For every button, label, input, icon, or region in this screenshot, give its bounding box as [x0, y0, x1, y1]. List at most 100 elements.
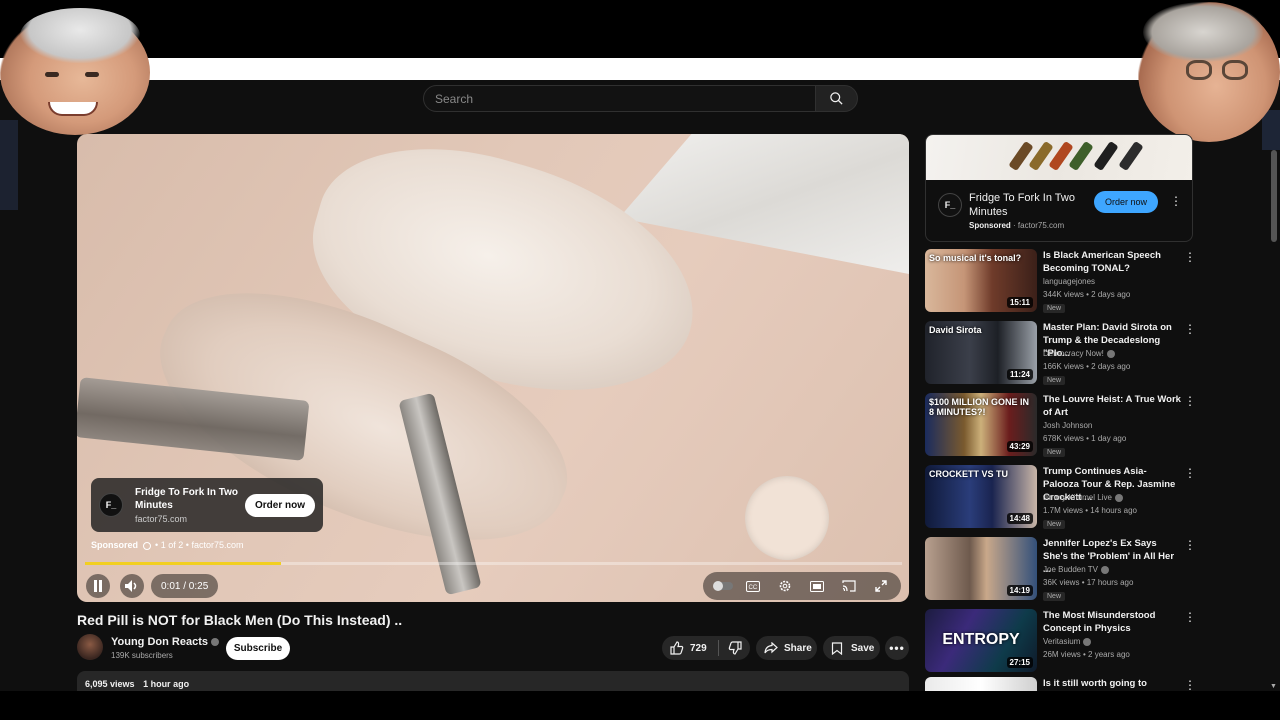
- sidebar-ad-order-now-button[interactable]: Order now: [1094, 191, 1158, 213]
- recommendation-channel[interactable]: Joe Budden TV: [1043, 565, 1110, 574]
- ad-count: 1 of 2: [160, 540, 184, 550]
- verified-icon: [1106, 349, 1115, 358]
- sidebar-ad-card[interactable]: F_ Fridge To Fork In Two Minutes Sponsor…: [925, 134, 1193, 242]
- new-badge: New: [1043, 376, 1066, 385]
- recommendation-thumbnail[interactable]: 14:19: [925, 537, 1037, 600]
- recommendation-thumbnail[interactable]: So musical it's tonal? 15:11: [925, 249, 1037, 312]
- recommendation-thumbnail[interactable]: ENTROPY 27:15: [925, 609, 1037, 672]
- recommendation-channel[interactable]: Veritasium: [1043, 637, 1092, 646]
- recommendation-item[interactable]: $100 MILLION GONE IN 8 MINUTES?! 43:29 The…: [925, 393, 1196, 457]
- subscriber-count: 139K subscribers: [111, 651, 173, 660]
- new-badge: New: [1043, 448, 1066, 457]
- share-icon: [764, 642, 778, 654]
- video-duration: 15:11: [1006, 297, 1033, 308]
- more-actions-button[interactable]: •••: [885, 636, 909, 660]
- ad-sponsored-label: Sponsored: [91, 540, 139, 550]
- recommendation-menu-icon[interactable]: ⋮: [1184, 679, 1196, 691]
- more-horizontal-icon: •••: [889, 641, 905, 655]
- face-overlay-left: [0, 8, 150, 135]
- recommendation-age: 2 days ago: [1091, 290, 1131, 299]
- search-input[interactable]: [435, 91, 815, 106]
- recommendation-title[interactable]: The Louvre Heist: A True Work of Art: [1043, 393, 1181, 419]
- recommendation-age: 17 hours ago: [1086, 578, 1134, 587]
- svg-text:CC: CC: [749, 585, 758, 591]
- recommendation-meta: 1.7M views • 14 hours ago: [1043, 506, 1137, 515]
- like-button[interactable]: 729: [662, 641, 718, 655]
- sidebar-ad-domain: factor75.com: [1017, 221, 1065, 230]
- recommendation-menu-icon[interactable]: ⋮: [1184, 467, 1196, 479]
- recommendation-channel[interactable]: Josh Johnson: [1043, 421, 1092, 430]
- recommendation-views: 26M views: [1043, 650, 1081, 659]
- video-duration: 27:15: [1006, 657, 1033, 668]
- video-frame-board-hole: [745, 476, 829, 560]
- recommendation-channel-name: Joe Budden TV: [1043, 565, 1099, 574]
- recommendation-channel[interactable]: Democracy Now!: [1043, 349, 1115, 358]
- player-ad-card[interactable]: F_ Fridge To Fork In Two Minutes factor7…: [91, 478, 323, 532]
- player-controls: 0:01 / 0:25 CC: [77, 570, 909, 602]
- progress-bar[interactable]: [85, 562, 902, 565]
- recommendation-menu-icon[interactable]: ⋮: [1184, 251, 1196, 263]
- thumbnail-overlay-text: CROCKETT VS TU: [929, 469, 1009, 479]
- autoplay-toggle[interactable]: [713, 579, 733, 593]
- volume-button[interactable]: [120, 574, 144, 598]
- recommendation-item[interactable]: So musical it's tonal? 15:11 Is Black Amer…: [925, 249, 1196, 313]
- recommendation-title[interactable]: Is Black American Speech Becoming TONAL?: [1043, 249, 1181, 275]
- recommendation-title[interactable]: The Most Misunderstood Concept in Physic…: [1043, 609, 1181, 635]
- captions-icon: CC: [746, 580, 760, 592]
- verified-icon: [210, 638, 219, 647]
- share-label: Share: [784, 642, 812, 654]
- recommendation-views: 166K views: [1043, 362, 1084, 371]
- scroll-down-arrow-icon[interactable]: ▼: [1270, 683, 1277, 690]
- recommendation-menu-icon[interactable]: ⋮: [1184, 611, 1196, 623]
- recommendation-channel[interactable]: languagejones: [1043, 277, 1095, 286]
- recommendation-age: 14 hours ago: [1090, 506, 1137, 515]
- recommendation-item[interactable]: CROCKETT VS TU 14:48 Trump Continues Asia-…: [925, 465, 1196, 529]
- sidebar-ad-logo: F_: [938, 193, 962, 217]
- dislike-button[interactable]: [719, 641, 750, 655]
- time-display: 0:01 / 0:25: [151, 574, 219, 598]
- recommendation-channel-name: Jimmy Kimmel Live: [1043, 493, 1112, 502]
- video-title: Red Pill is NOT for Black Men (Do This I…: [77, 612, 403, 628]
- video-player[interactable]: F_ Fridge To Fork In Two Minutes factor7…: [77, 134, 909, 602]
- recommendation-thumbnail[interactable]: David Sirota 11:24: [925, 321, 1037, 384]
- channel-avatar[interactable]: [77, 634, 103, 660]
- scrollbar-thumb[interactable]: [1271, 150, 1277, 242]
- ad-title: Fridge To Fork In Two Minutes: [135, 487, 238, 511]
- sidebar-ad-title: Fridge To Fork In Two Minutes: [969, 192, 1075, 218]
- verified-icon: [1083, 637, 1092, 646]
- recommendation-menu-icon[interactable]: ⋮: [1184, 323, 1196, 335]
- new-badge: New: [1043, 304, 1066, 313]
- save-button[interactable]: Save: [823, 636, 880, 660]
- new-badge: New: [1043, 520, 1066, 529]
- subscribe-button[interactable]: Subscribe: [226, 637, 290, 660]
- sidebar-ad-sponsored-label: Sponsored: [969, 221, 1011, 230]
- fullscreen-button[interactable]: [873, 578, 889, 594]
- cast-icon: [842, 580, 856, 592]
- ad-sponsored-line: Sponsored • 1 of 2 • factor75.com: [91, 540, 243, 550]
- sidebar-ad-menu-icon[interactable]: ⋮: [1170, 195, 1182, 207]
- info-icon[interactable]: [142, 541, 151, 550]
- settings-button[interactable]: [777, 578, 793, 594]
- ad-order-now-button[interactable]: Order now: [244, 493, 315, 517]
- like-dislike-group: 729: [662, 636, 750, 660]
- search-button[interactable]: [815, 85, 858, 112]
- player-right-controls: CC: [703, 572, 901, 600]
- recommendation-menu-icon[interactable]: ⋮: [1184, 395, 1196, 407]
- recommendation-menu-icon[interactable]: ⋮: [1184, 539, 1196, 551]
- captions-button[interactable]: CC: [745, 578, 761, 594]
- recommendation-thumbnail[interactable]: $100 MILLION GONE IN 8 MINUTES?! 43:29: [925, 393, 1037, 456]
- recommendation-channel-name: Josh Johnson: [1043, 421, 1093, 430]
- meta-separator: •: [1079, 578, 1087, 587]
- miniplayer-button[interactable]: [809, 578, 825, 594]
- cast-button[interactable]: [841, 578, 857, 594]
- recommendation-channel[interactable]: Jimmy Kimmel Live: [1043, 493, 1123, 502]
- recommendation-item[interactable]: David Sirota 11:24 Master Plan: David Siro…: [925, 321, 1196, 385]
- channel-name[interactable]: Young Don Reacts: [111, 636, 219, 648]
- share-button[interactable]: Share: [756, 636, 817, 660]
- pause-button[interactable]: [86, 574, 110, 598]
- recommendation-views: 678K views: [1043, 434, 1084, 443]
- recommendation-item[interactable]: 14:19 Jennifer Lopez's Ex Says She's the …: [925, 537, 1196, 601]
- recommendation-title[interactable]: Is it still worth going to: [1043, 677, 1181, 690]
- recommendation-item[interactable]: ENTROPY 27:15 The Most Misunderstood Conce…: [925, 609, 1196, 673]
- recommendation-thumbnail[interactable]: CROCKETT VS TU 14:48: [925, 465, 1037, 528]
